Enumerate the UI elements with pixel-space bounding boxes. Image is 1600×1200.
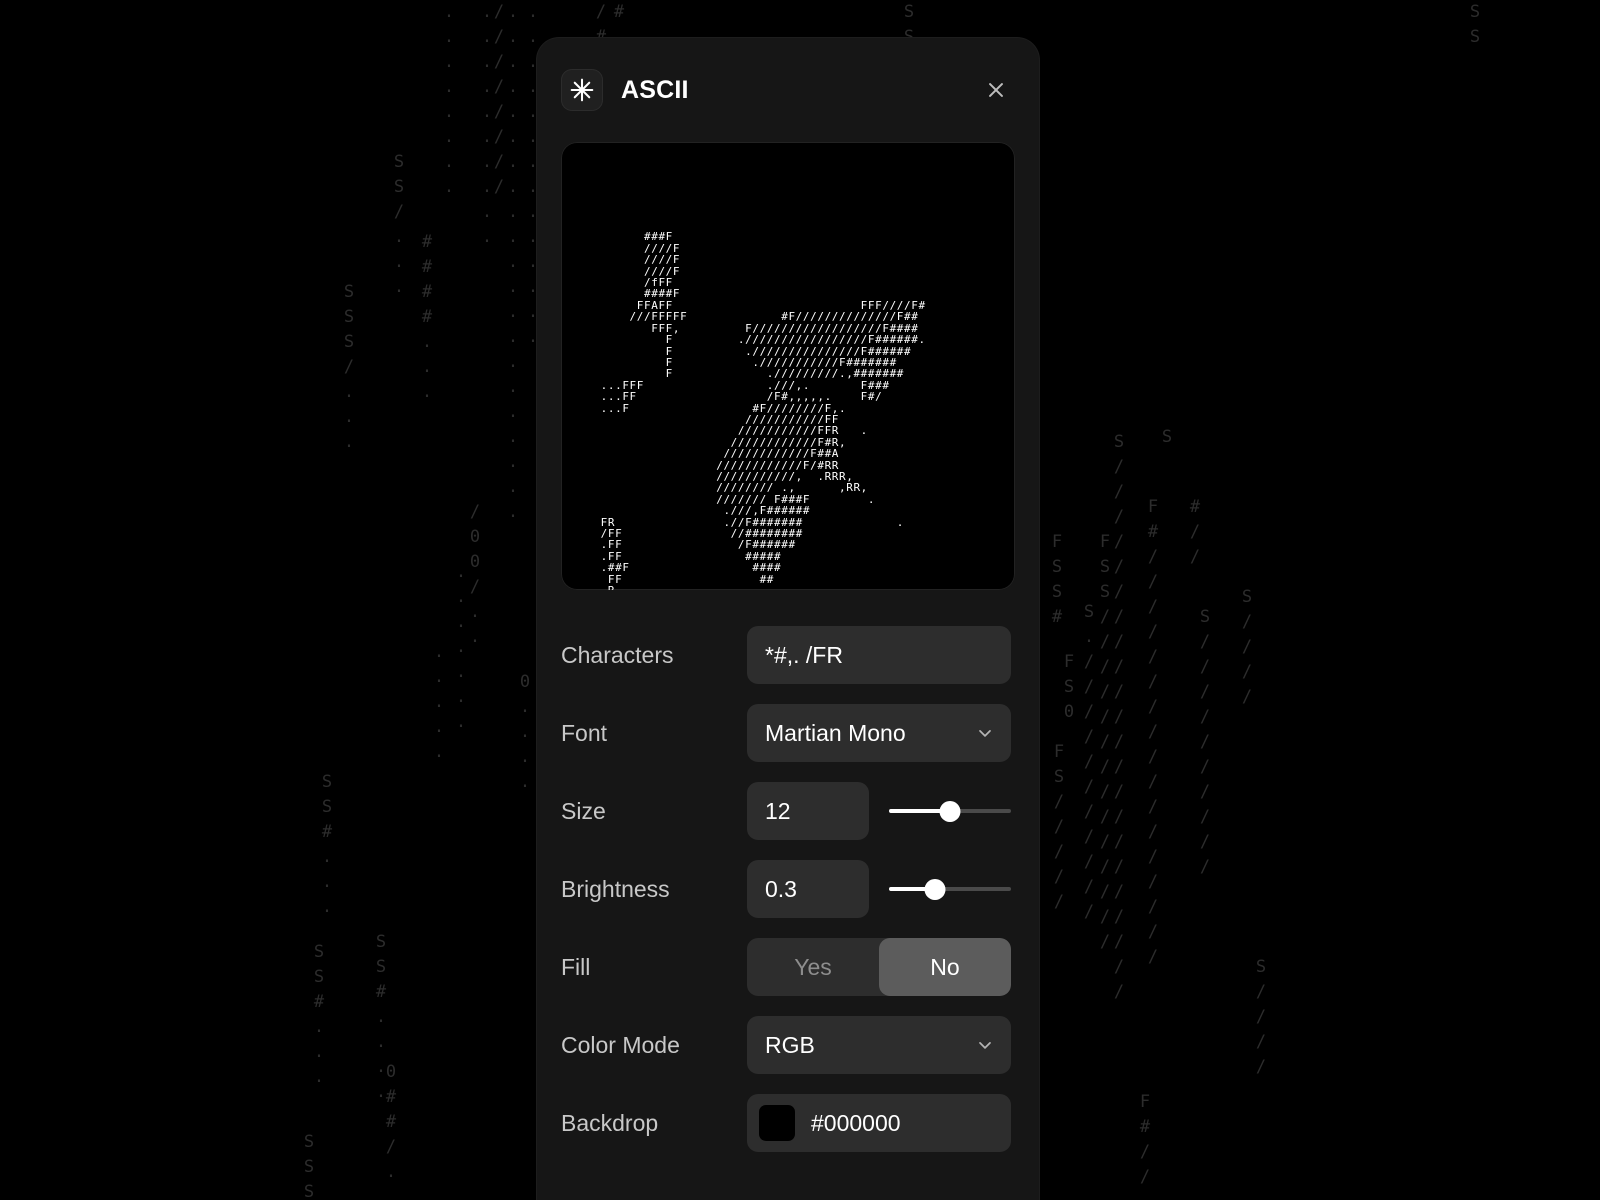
brightness-input[interactable]: 0.3	[747, 860, 869, 918]
background-ascii-column: S S S / . . .	[343, 282, 355, 452]
label-color-mode: Color Mode	[561, 1031, 680, 1058]
background-ascii-column: . . . . . . . . . . . . . . . . . . . . …	[507, 2, 519, 522]
screen: S S S S S # . . . S S # . . . S S S / . . .…	[0, 0, 1600, 1200]
label-size: Size	[561, 797, 606, 824]
page-title: ASCII	[621, 75, 689, 104]
font-select-value: Martian Mono	[765, 719, 906, 746]
chevron-down-icon	[975, 1035, 995, 1055]
label-brightness: Brightness	[561, 875, 670, 902]
font-select[interactable]: Martian Mono	[747, 704, 1011, 762]
size-input[interactable]: 12	[747, 782, 869, 840]
background-ascii-column: . . . . . . . .	[443, 2, 455, 197]
chevron-down-icon	[975, 723, 995, 743]
label-font: Font	[561, 719, 608, 746]
panel-header: ASCII	[537, 38, 1039, 142]
label-fill: Fill	[561, 953, 591, 980]
background-ascii-column: . . . . .	[433, 642, 445, 762]
fill-toggle: Yes No	[747, 938, 1011, 996]
row-color-mode: Color Mode RGB	[561, 1006, 1015, 1084]
ascii-settings-panel: ASCII ./	[537, 38, 1039, 1200]
background-ascii-column: F S S #	[1051, 532, 1063, 627]
row-brightness: Brightness 0.3	[561, 850, 1015, 928]
color-mode-select[interactable]: RGB	[747, 1016, 1011, 1074]
background-ascii-column: S S # . . .	[313, 942, 325, 1087]
size-slider-thumb[interactable]	[939, 800, 961, 822]
background-ascii-column: # / /	[1189, 497, 1201, 567]
background-ascii-column: S S S	[303, 1132, 315, 1200]
row-fill: Fill Yes No	[561, 928, 1015, 1006]
background-ascii-column: 0 # # / .	[385, 1062, 397, 1182]
row-font: Font Martian Mono	[561, 694, 1015, 772]
background-ascii-column: S S	[1469, 2, 1481, 47]
background-ascii-column: #	[613, 2, 625, 22]
fill-option-no[interactable]: No	[879, 938, 1011, 996]
ascii-preview-art: ./ FF .FFF	[600, 230, 926, 590]
label-backdrop: Backdrop	[561, 1109, 659, 1136]
background-ascii-column: F S S / / / / / / / / / / / / / /	[1099, 532, 1111, 952]
background-ascii-column: F # / /	[1139, 1092, 1151, 1187]
background-ascii-column: F S / / / / /	[1053, 742, 1065, 912]
ascii-preview[interactable]: ./ FF .FFF	[561, 142, 1015, 590]
background-ascii-column: S S # . . . .	[375, 932, 387, 1102]
background-ascii-column: . . . . . . . . . .	[481, 2, 493, 247]
background-ascii-column: S / / / /	[1241, 587, 1253, 707]
label-characters: Characters	[561, 641, 674, 668]
background-ascii-column: 0 . . . .	[519, 672, 531, 792]
background-ascii-column: # # # # . . .	[421, 232, 433, 402]
brightness-slider-thumb[interactable]	[924, 878, 946, 900]
background-ascii-column: S / / / / / / / / / / / / / / / / / / / …	[1113, 432, 1125, 1002]
backdrop-color-input[interactable]: #000000	[747, 1094, 1011, 1152]
row-backdrop: Backdrop #000000	[561, 1084, 1015, 1162]
row-characters: Characters *#,. /FR	[561, 616, 1015, 694]
brightness-slider[interactable]	[889, 860, 1011, 918]
fill-option-yes[interactable]: Yes	[747, 938, 879, 996]
background-ascii-column: S S / . . .	[393, 152, 405, 297]
background-ascii-column: S	[1161, 427, 1173, 447]
background-ascii-column: S S # . . .	[321, 772, 333, 917]
background-ascii-column: S / / / /	[1255, 957, 1267, 1077]
size-slider[interactable]	[889, 782, 1011, 840]
background-ascii-column: S . / / / / / / / / / / /	[1083, 602, 1095, 922]
row-size: Size 12	[561, 772, 1015, 850]
backdrop-hex-value: #000000	[811, 1109, 901, 1136]
color-mode-value: RGB	[765, 1031, 815, 1058]
background-ascii-column: S / / / / / / / / / /	[1199, 607, 1211, 877]
close-icon[interactable]	[979, 73, 1013, 107]
background-ascii-column: F # / / / / / / / / / / / / / / / / /	[1147, 497, 1159, 967]
background-ascii-column: . . . . . . .	[455, 562, 467, 732]
background-ascii-column: F S 0	[1063, 652, 1075, 722]
asterisk-icon	[561, 69, 603, 111]
background-ascii-column: / 0 0 / . .	[469, 502, 481, 647]
characters-input[interactable]: *#,. /FR	[747, 626, 1011, 684]
backdrop-color-swatch[interactable]	[759, 1105, 795, 1141]
background-ascii-column: / / / / / / / /	[493, 2, 505, 197]
settings-form: Characters *#,. /FR Font Martian Mono Si…	[537, 590, 1039, 1162]
